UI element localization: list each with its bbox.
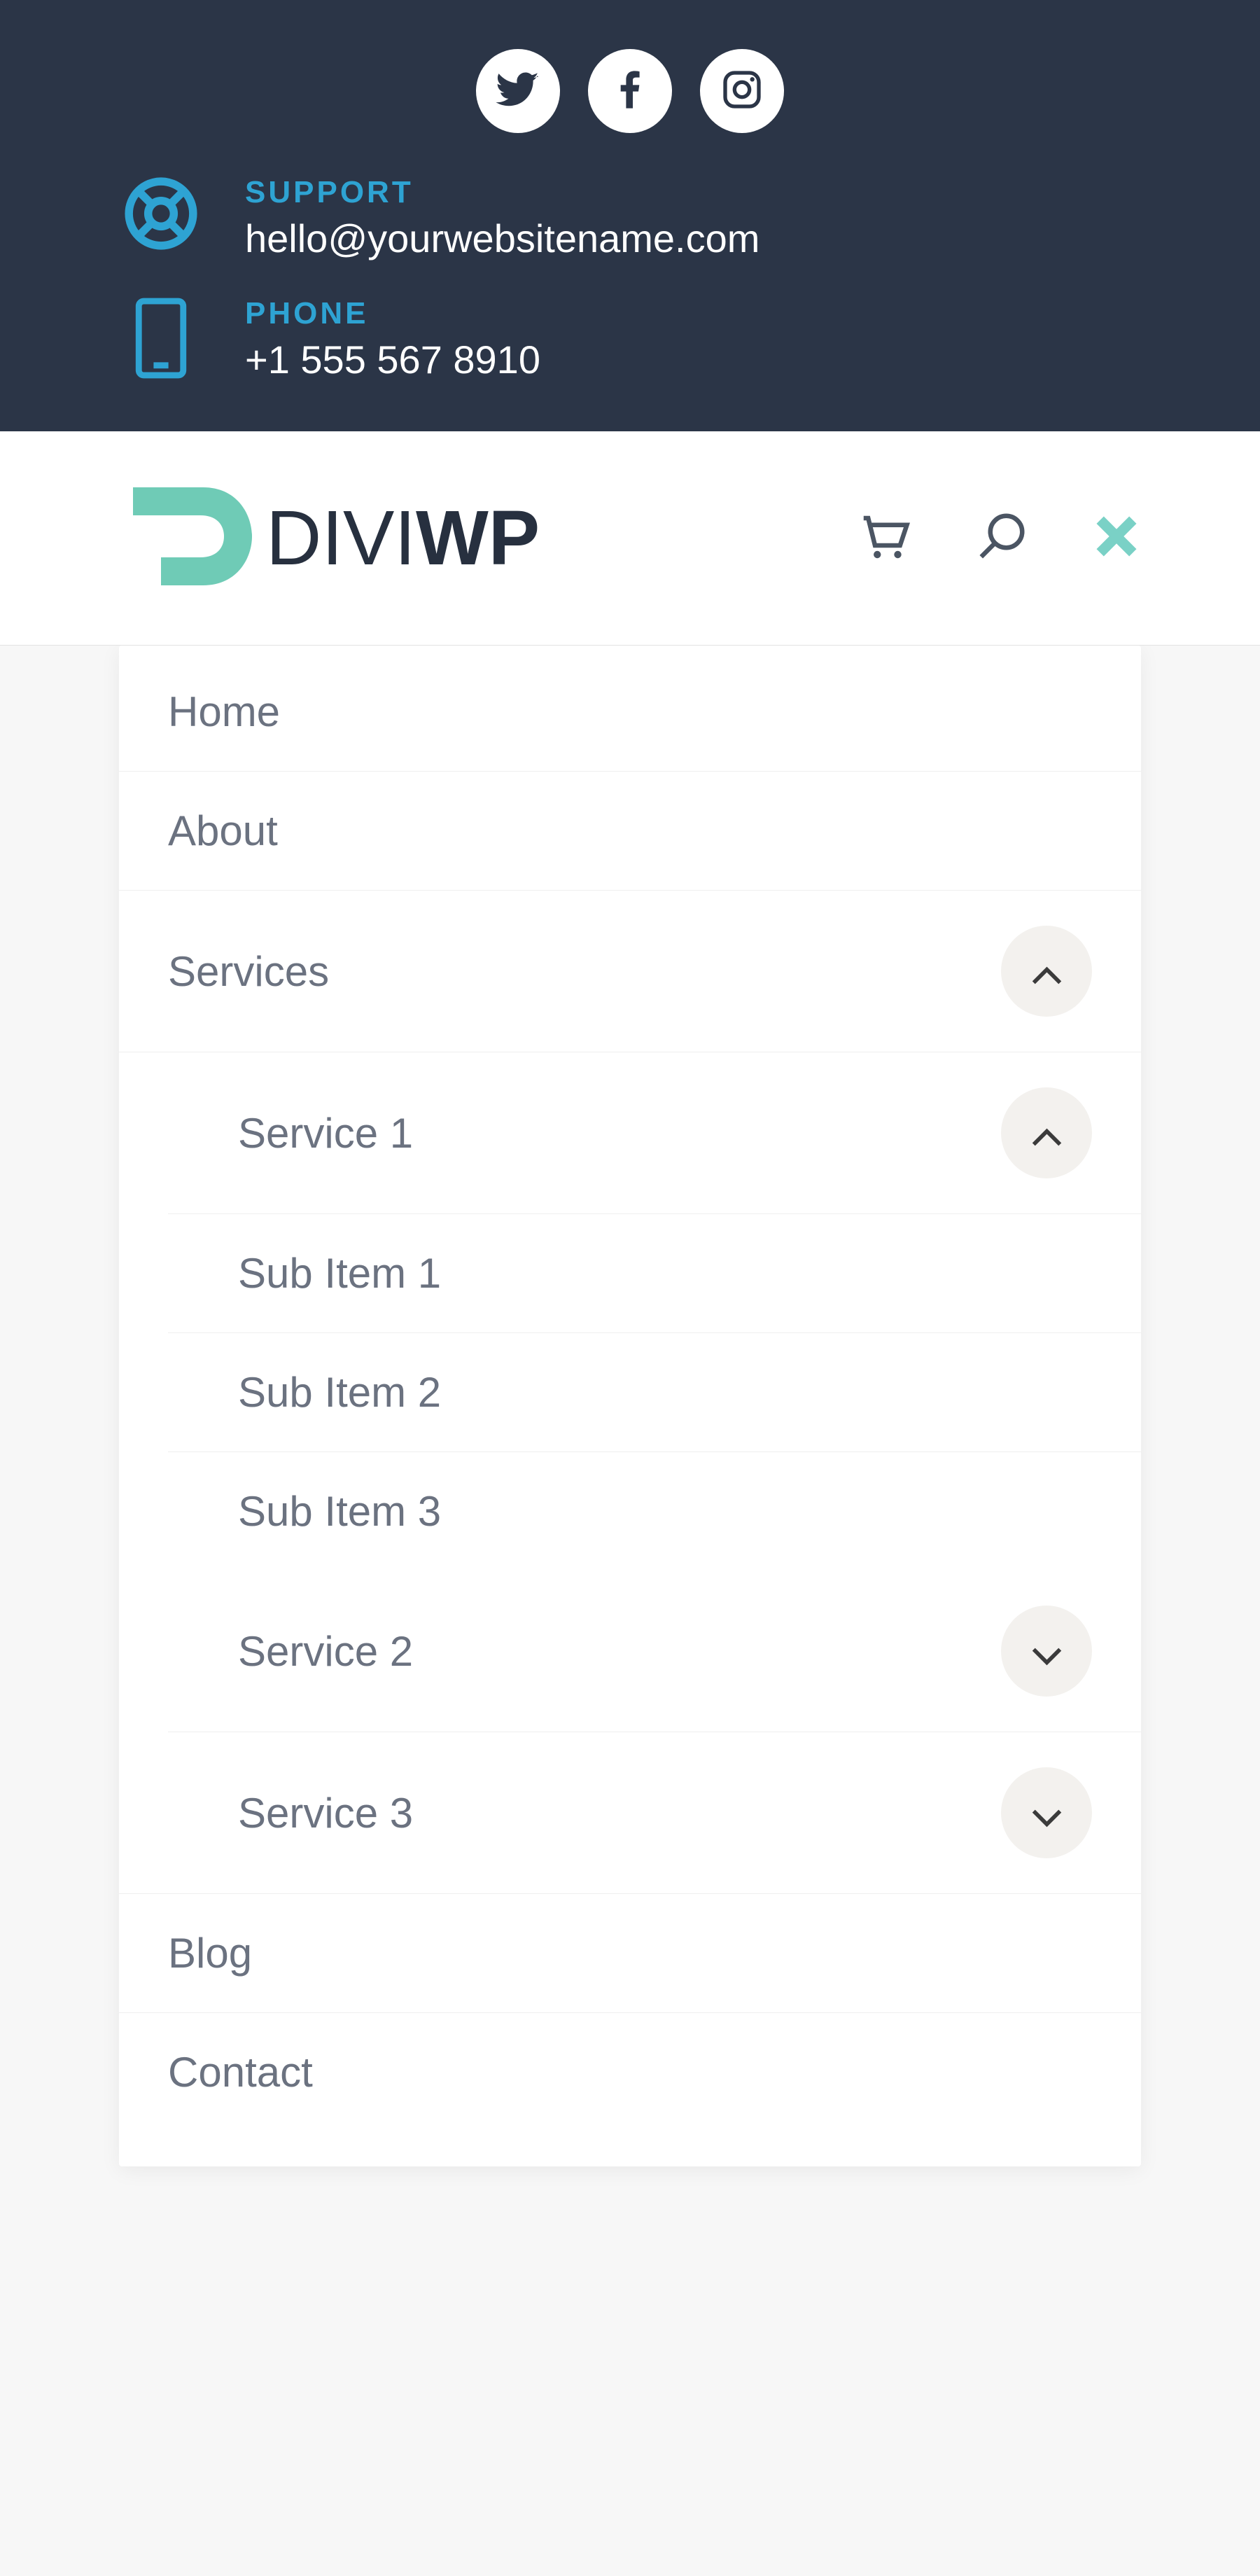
menu-label: About (168, 807, 278, 855)
menu-item-sub-1[interactable]: Sub Item 1 (168, 1214, 1141, 1333)
menu-label: Services (168, 947, 329, 996)
chevron-up-icon (1031, 1109, 1063, 1157)
submenu-toggle[interactable] (1001, 1087, 1092, 1178)
logo-text: DIVIWP (266, 494, 540, 583)
menu-item-blog[interactable]: Blog (119, 1894, 1141, 2013)
menu-item-sub-2[interactable]: Sub Item 2 (168, 1333, 1141, 1452)
menu-item-service-1[interactable]: Service 1 (168, 1052, 1141, 1214)
support-text: SUPPORT hello@yourwebsitename.com (245, 175, 760, 261)
menu-item-contact[interactable]: Contact (119, 2013, 1141, 2131)
chevron-down-icon (1031, 1627, 1063, 1676)
services-subgroup: Service 1 Sub Item 1 Sub Item 2 (119, 1052, 1141, 1894)
phone-row: PHONE +1 555 567 8910 (119, 296, 1141, 382)
submenu-toggle[interactable] (1001, 1606, 1092, 1697)
menu-item-service-2[interactable]: Service 2 (168, 1571, 1141, 1732)
support-label: SUPPORT (245, 175, 760, 210)
menu-item-services[interactable]: Services (119, 891, 1141, 1052)
phone-label: PHONE (245, 296, 540, 331)
header-actions (857, 509, 1141, 567)
menu-label: Sub Item 1 (238, 1249, 441, 1297)
cart-button[interactable] (857, 509, 911, 567)
logo-mark-icon (119, 473, 259, 603)
menu-label: Service 2 (238, 1627, 413, 1676)
social-links (119, 49, 1141, 133)
mobile-menu: Home About Services Service 1 (119, 646, 1141, 2166)
page-root: SUPPORT hello@yourwebsitename.com PHONE … (0, 0, 1260, 2201)
support-icon (119, 175, 203, 252)
support-value[interactable]: hello@yourwebsitename.com (245, 216, 760, 261)
menu-panel-wrap: Home About Services Service 1 (0, 646, 1260, 2201)
logo[interactable]: DIVIWP (119, 473, 540, 603)
instagram-icon (720, 67, 764, 116)
service-1-subgroup: Sub Item 1 Sub Item 2 Sub Item 3 (119, 1214, 1141, 1571)
support-row: SUPPORT hello@yourwebsitename.com (119, 175, 1141, 261)
chevron-down-icon (1031, 1789, 1063, 1837)
phone-text: PHONE +1 555 567 8910 (245, 296, 540, 382)
menu-label: Home (168, 688, 280, 736)
menu-label: Sub Item 2 (238, 1368, 441, 1416)
menu-item-home[interactable]: Home (119, 653, 1141, 772)
menu-label: Blog (168, 1929, 252, 1977)
header: DIVIWP (0, 431, 1260, 646)
menu-label: Contact (168, 2048, 313, 2096)
topbar: SUPPORT hello@yourwebsitename.com PHONE … (0, 0, 1260, 431)
chevron-up-icon (1031, 947, 1063, 996)
logo-text-light: DIVI (266, 494, 416, 583)
menu-close-button[interactable] (1092, 512, 1141, 564)
submenu-toggle[interactable] (1001, 926, 1092, 1017)
phone-value[interactable]: +1 555 567 8910 (245, 337, 540, 382)
submenu-toggle[interactable] (1001, 1767, 1092, 1858)
twitter-icon (496, 67, 540, 116)
menu-label: Service 3 (238, 1789, 413, 1837)
facebook-button[interactable] (588, 49, 672, 133)
menu-item-service-3[interactable]: Service 3 (168, 1732, 1141, 1893)
facebook-icon (608, 67, 652, 116)
search-button[interactable] (974, 509, 1029, 567)
phone-icon (119, 296, 203, 380)
twitter-button[interactable] (476, 49, 560, 133)
menu-label: Service 1 (238, 1109, 413, 1157)
menu-item-sub-3[interactable]: Sub Item 3 (168, 1452, 1141, 1571)
logo-text-bold: WP (416, 494, 540, 583)
menu-item-about[interactable]: About (119, 772, 1141, 891)
instagram-button[interactable] (700, 49, 784, 133)
menu-label: Sub Item 3 (238, 1487, 441, 1536)
